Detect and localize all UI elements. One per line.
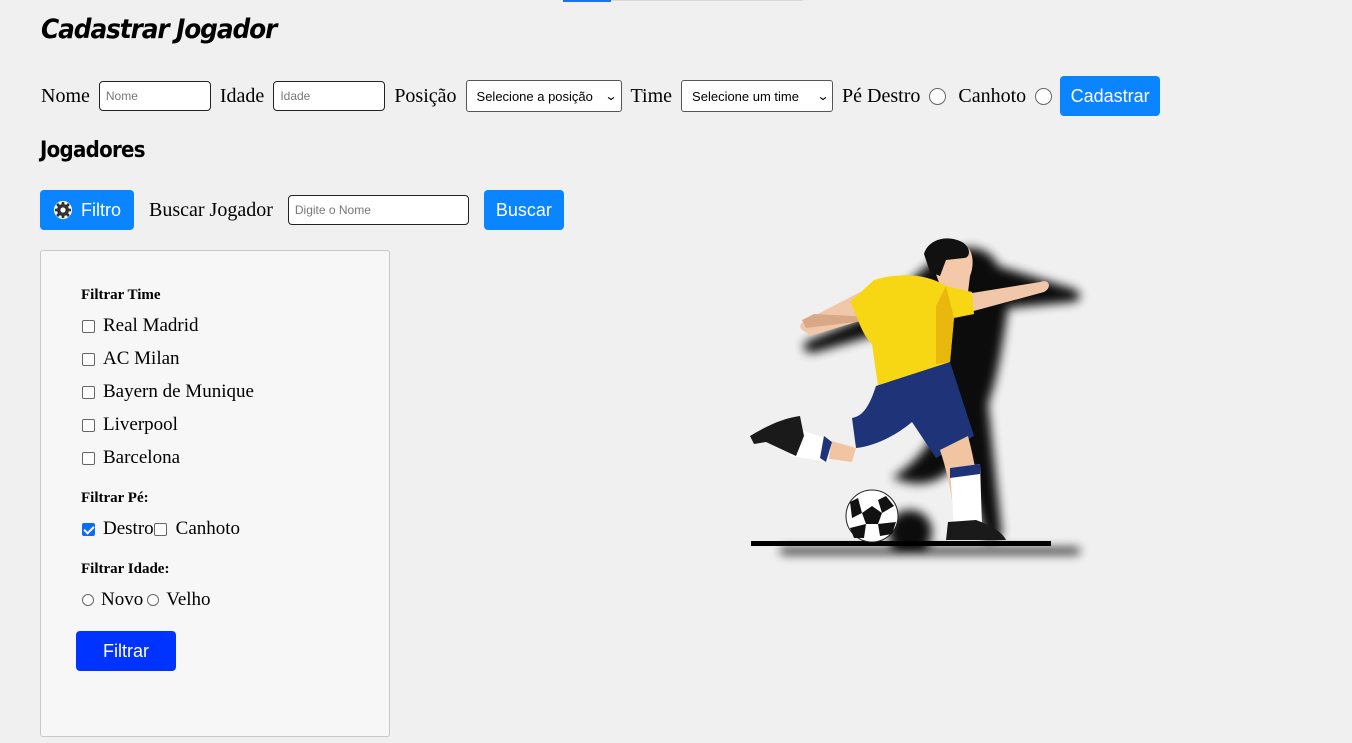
players-heading: Jogadores	[40, 138, 146, 163]
register-button[interactable]: Cadastrar	[1060, 76, 1161, 116]
age-filter-label: Novo	[101, 589, 144, 610]
filter-toggle-label: Filtro	[81, 199, 121, 220]
team-filter-label: Liverpool	[103, 414, 178, 435]
player-back-boot	[750, 416, 804, 456]
chevron-down-icon: ⌄	[816, 89, 830, 103]
foot-right-label: Pé Destro	[842, 84, 921, 107]
checkbox[interactable]	[153, 522, 167, 536]
checkbox[interactable]	[82, 418, 95, 432]
filter-panel: Filtrar Time Real Madrid AC Milan Bayern…	[40, 250, 390, 737]
foot-filter-heading: Filtrar Pé:	[81, 490, 149, 506]
foot-filter-options: Destro Canhoto	[82, 518, 240, 540]
age-filter-heading: Filtrar Idade:	[81, 561, 170, 577]
soccer-ball-icon	[845, 489, 899, 543]
register-form: Nome Idade Posição Selecione a posição ⌄…	[41, 76, 1161, 116]
apply-filter-button[interactable]: Filtrar	[76, 631, 176, 671]
gear-icon	[54, 201, 72, 219]
search-button[interactable]: Buscar	[483, 190, 564, 230]
chevron-down-icon: ⌄	[604, 89, 619, 103]
team-select-value: Selecione um time	[692, 88, 799, 104]
radio-button[interactable]	[147, 594, 160, 606]
team-filter-option[interactable]: Liverpool	[82, 414, 178, 436]
team-filter-label: Bayern de Munique	[103, 381, 254, 402]
team-filter-label: AC Milan	[103, 348, 180, 369]
page-title: Cadastrar Jogador	[41, 14, 277, 45]
team-filter-option[interactable]: Real Madrid	[82, 315, 199, 337]
soccer-player-illustration	[750, 238, 1081, 554]
radio-button[interactable]	[82, 594, 94, 606]
foot-right-radio[interactable]	[929, 87, 947, 105]
filter-toggle-button[interactable]: Filtro	[40, 190, 134, 230]
foot-filter-label: Destro	[103, 518, 154, 539]
foot-left-radio[interactable]	[1035, 87, 1053, 105]
name-label: Nome	[41, 84, 90, 107]
position-select-value: Selecione a posição	[476, 88, 593, 104]
age-filter-label: Velho	[166, 589, 211, 610]
team-filter-option[interactable]: Bayern de Munique	[82, 381, 254, 403]
team-select[interactable]: Selecione um time ⌄	[681, 80, 834, 112]
checkbox-checked[interactable]	[82, 522, 95, 536]
browser-tab-indicator	[563, 0, 803, 2]
search-bar: Filtro Buscar Jogador Buscar	[40, 190, 564, 230]
ground-line	[751, 541, 1051, 546]
team-label: Time	[630, 84, 673, 107]
position-label: Posição	[394, 84, 457, 107]
team-filter-heading: Filtrar Time	[81, 287, 161, 303]
age-label: Idade	[219, 84, 265, 107]
search-input[interactable]	[287, 195, 469, 225]
name-input[interactable]	[98, 81, 211, 111]
checkbox[interactable]	[82, 451, 95, 465]
foot-filter-label: Canhoto	[175, 518, 241, 539]
checkbox[interactable]	[82, 352, 95, 366]
position-select[interactable]: Selecione a posição ⌄	[465, 80, 622, 112]
team-filter-option[interactable]: AC Milan	[82, 348, 180, 370]
age-input[interactable]	[273, 81, 386, 111]
age-filter-options: Novo Velho	[82, 589, 211, 611]
team-filter-label: Real Madrid	[103, 315, 199, 336]
team-filter-option[interactable]: Barcelona	[82, 447, 180, 469]
checkbox[interactable]	[82, 385, 95, 399]
checkbox[interactable]	[82, 319, 95, 333]
team-filter-label: Barcelona	[103, 447, 181, 468]
foot-left-label: Canhoto	[958, 84, 1027, 107]
active-tab-marker	[563, 0, 611, 2]
search-label: Buscar Jogador	[149, 198, 273, 221]
